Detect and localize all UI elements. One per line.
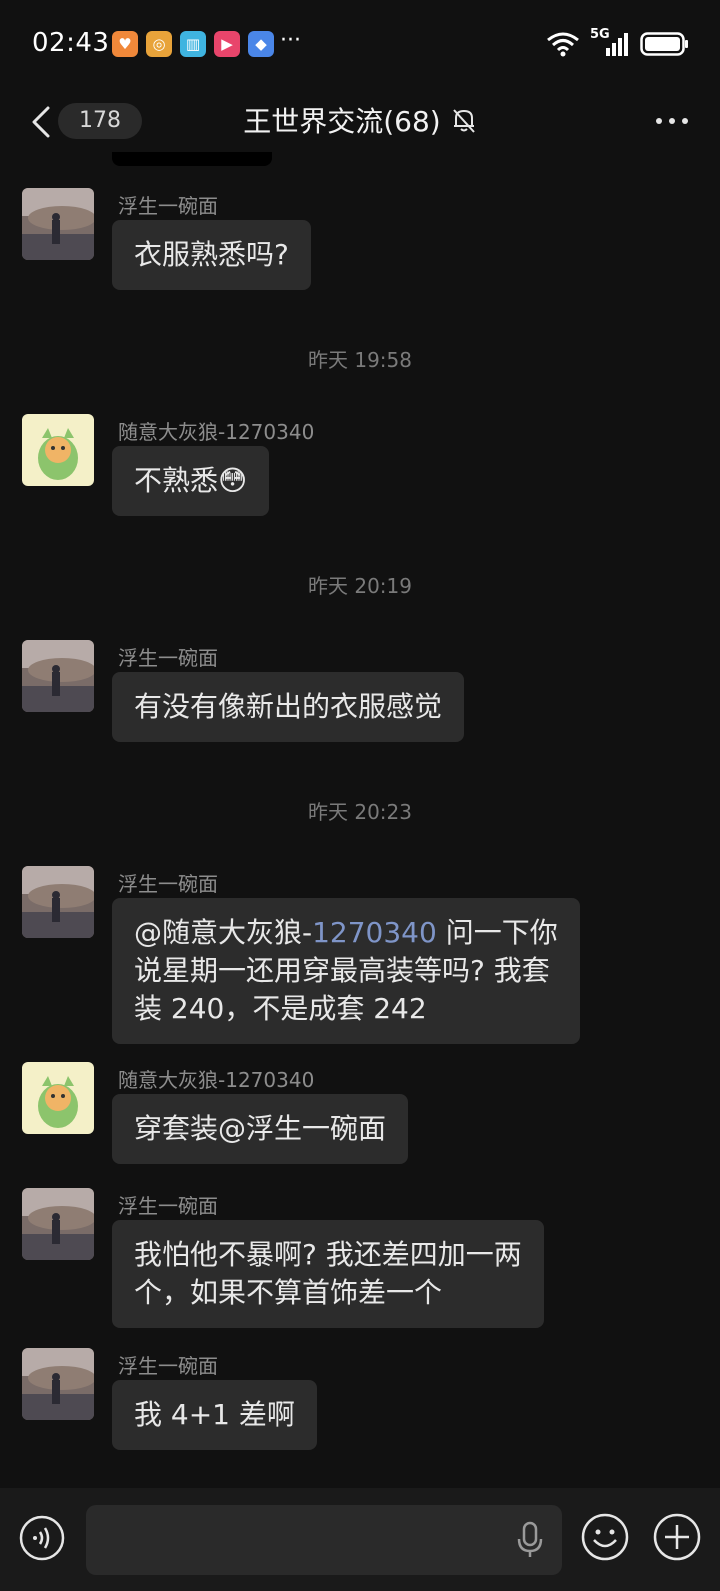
mention-id[interactable]: 1270340	[312, 916, 437, 949]
message-line: 说星期一还用穿最高装等吗? 我套	[134, 954, 550, 987]
battery-icon	[640, 32, 688, 56]
message-bubble[interactable]: 穿套装@浮生一碗面	[112, 1094, 409, 1164]
heart-app-icon: ♥	[112, 31, 138, 57]
chat-header: 178 王世界交流(68)	[0, 90, 720, 152]
sender-name: 浮生一碗面	[118, 646, 218, 670]
sender-name: 浮生一碗面	[118, 1354, 218, 1378]
shield-app-icon: ◆	[248, 31, 274, 57]
system-indicators: 5G	[546, 27, 690, 58]
partial-message-bubble	[112, 152, 272, 166]
status-time: 02:43	[32, 28, 110, 58]
message-text: 不熟悉	[134, 464, 219, 497]
message-list[interactable]: 浮生一碗面 衣服熟悉吗? 昨天 19:58 随意大灰狼-1270340 不熟悉😳…	[0, 152, 720, 1488]
message-line: 个，如果不算首饰差一个	[134, 1276, 443, 1309]
avatar[interactable]	[22, 188, 94, 260]
avatar[interactable]	[22, 1062, 94, 1134]
message-bubble[interactable]: 我 4+1 差啊	[112, 1380, 317, 1450]
emoji-icon[interactable]	[580, 1512, 630, 1562]
sender-name: 随意大灰狼-1270340	[118, 420, 315, 444]
message-line: 装 240，不是成套 242	[134, 992, 427, 1025]
message-line: @随意大灰狼-1270340 问一下你	[134, 914, 558, 952]
message-text: 问一下你	[436, 916, 558, 949]
compass-app-icon: ◎	[146, 31, 172, 57]
message-bubble[interactable]: 有没有像新出的衣服感觉	[112, 672, 465, 742]
message-line: 我怕他不暴啊? 我还差四加一两	[134, 1238, 522, 1271]
plus-icon[interactable]	[652, 1512, 702, 1562]
avatar[interactable]	[22, 1188, 94, 1260]
avatar[interactable]	[22, 866, 94, 938]
input-bar	[0, 1488, 720, 1591]
wifi-icon	[547, 32, 579, 57]
chat-title-group: 王世界交流(68)	[0, 100, 720, 140]
mic-icon[interactable]	[516, 1521, 544, 1559]
message-bubble[interactable]: 不熟悉😳	[112, 446, 270, 516]
cellular-signal-icon: 5G	[590, 27, 630, 58]
message-input[interactable]	[86, 1505, 562, 1575]
message-bubble[interactable]: 我怕他不暴啊? 我还差四加一两 个，如果不算首饰差一个	[112, 1220, 544, 1328]
notification-app-icons: ♥ ◎ ▥ ▶ ◆	[112, 31, 274, 57]
sender-name: 浮生一碗面	[118, 1194, 218, 1218]
status-bar: 02:43 ♥ ◎ ▥ ▶ ◆ ··· 5G	[0, 0, 720, 90]
more-options-icon[interactable]	[652, 106, 692, 136]
timestamp: 昨天 19:58	[308, 348, 412, 372]
more-notifications-indicator: ···	[280, 28, 301, 53]
message-bubble[interactable]: @随意大灰狼-1270340 问一下你 说星期一还用穿最高装等吗? 我套 装 2…	[112, 898, 580, 1044]
message-bubble[interactable]: 衣服熟悉吗?	[112, 220, 311, 290]
play-app-icon: ▶	[214, 31, 240, 57]
avatar[interactable]	[22, 640, 94, 712]
mute-bell-icon	[452, 109, 475, 133]
avatar[interactable]	[22, 414, 94, 486]
avatar[interactable]	[22, 1348, 94, 1420]
voice-icon[interactable]	[18, 1514, 66, 1562]
timestamp: 昨天 20:23	[308, 800, 412, 824]
flushed-face-emoji: 😳	[218, 464, 248, 497]
chat-title: 王世界交流(68)	[243, 105, 441, 138]
timestamp: 昨天 20:19	[308, 574, 412, 598]
sender-name: 随意大灰狼-1270340	[118, 1068, 315, 1092]
mention-prefix[interactable]: @随意大灰狼-	[134, 916, 312, 949]
sender-name: 浮生一碗面	[118, 194, 218, 218]
sender-name: 浮生一碗面	[118, 872, 218, 896]
book-app-icon: ▥	[180, 31, 206, 57]
